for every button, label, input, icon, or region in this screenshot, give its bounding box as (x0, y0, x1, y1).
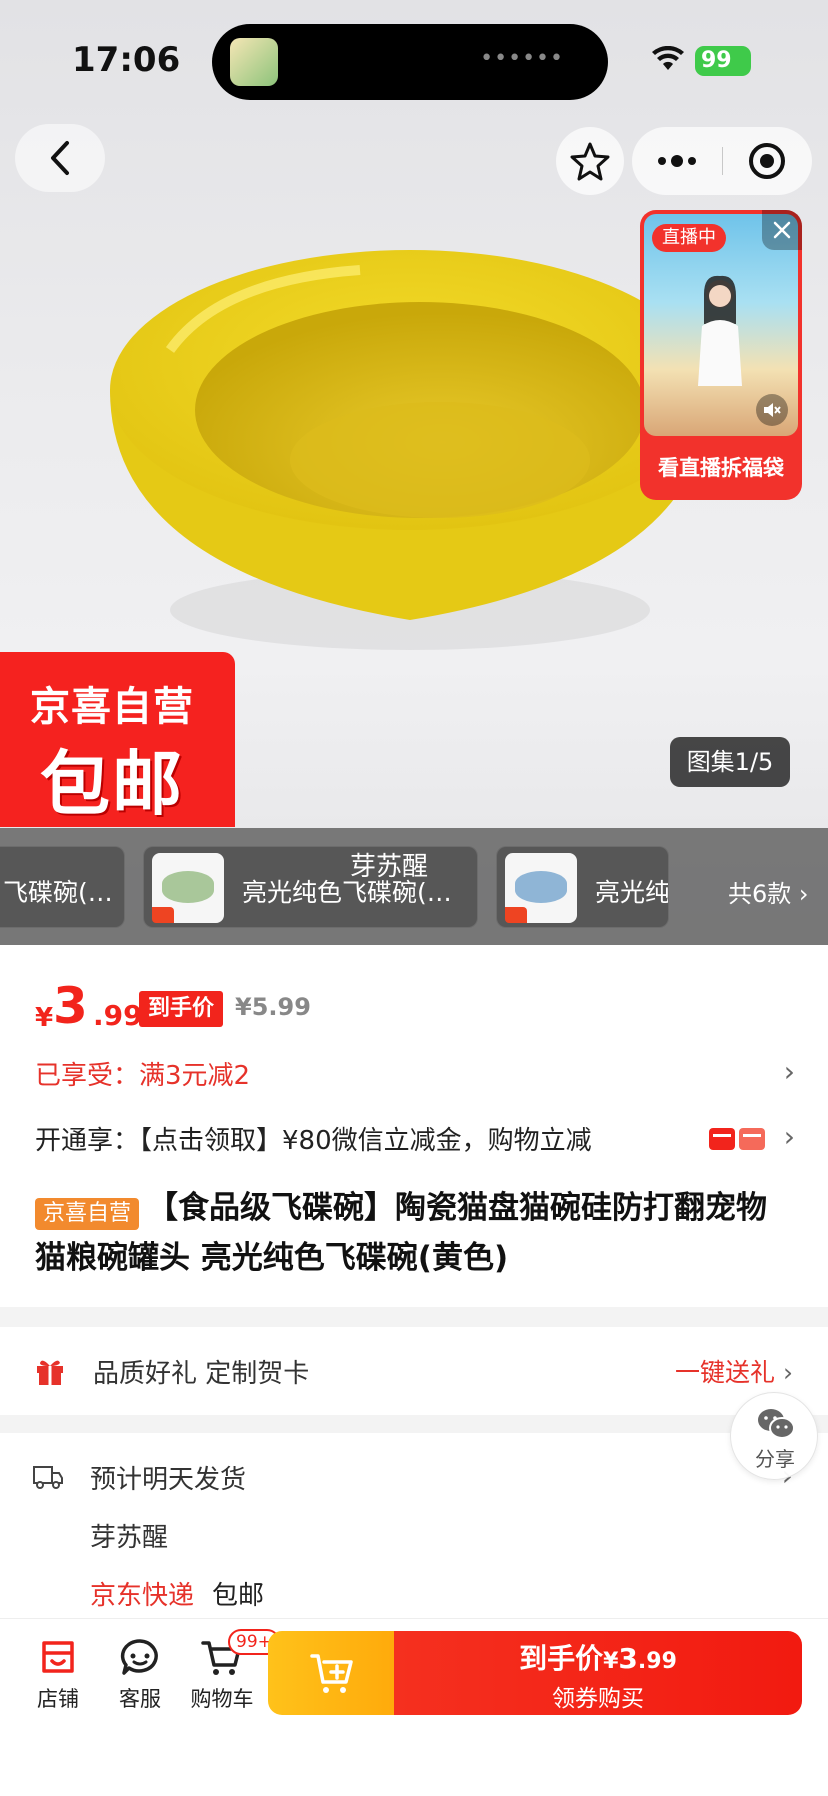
promo-badge-line1: 京喜自营 (30, 684, 194, 730)
product-title: 【食品级飞碟碗】陶瓷猫盘猫碗硅防打翻宠物猫粮碗罐头 亮光纯色飞碟碗(黄色) (35, 1190, 768, 1276)
store-label: 店铺 (37, 1687, 79, 1711)
price-currency: ¥ (35, 1003, 54, 1033)
mute-icon (764, 403, 781, 417)
truck-icon (33, 1466, 63, 1489)
product-info: ¥ 3 .99 到手价 ¥5.99 已享受：满3元减2 › 开通享：【点击领取】… (0, 945, 828, 1307)
buy-price-dec: .99 (637, 1649, 677, 1674)
chevron-left-icon (51, 141, 69, 175)
live-stream-window[interactable]: 直播中 看直播拆福袋 (640, 210, 802, 500)
variant-tag (152, 907, 174, 923)
live-badge: 直播中 (652, 224, 726, 252)
share-button[interactable]: 分享 (730, 1392, 818, 1480)
add-cart-icon (310, 1654, 353, 1693)
product-image-yellow-bowl (110, 250, 710, 650)
variant-label: 亮光纯 (595, 878, 669, 907)
store-name-overlay: 芽苏醒 (350, 852, 429, 882)
variant-bowl-green (162, 871, 214, 903)
gallery-counter[interactable]: 图集1/5 (670, 737, 790, 787)
ship-estimate: 预计明天发货 (90, 1465, 247, 1495)
store-icon (42, 1641, 74, 1673)
island-dots-icon: •••••• (480, 46, 564, 71)
miniprogram-capsule (632, 127, 812, 195)
wifi-icon (652, 46, 684, 70)
discount-text: 已享受：满3元减2 (35, 1061, 251, 1091)
discount-row[interactable]: 已享受：满3元减2 › (35, 1055, 795, 1099)
live-cta[interactable]: 看直播拆福袋 (640, 436, 802, 500)
more-menu-button[interactable] (632, 127, 722, 195)
gift-action-label: 一键送礼 (675, 1358, 776, 1387)
battery-level: 99 (701, 48, 732, 73)
variant-card[interactable]: 亮光纯 (496, 846, 669, 928)
variant-thumbnail (152, 853, 224, 923)
product-page: 17:06 •••••• 99 直播中 看直播拆福袋 京喜自营 包邮 图集1/5… (0, 0, 828, 1796)
battery-indicator: 99 (695, 46, 751, 76)
service-label: 客服 (119, 1687, 161, 1711)
carrier: 京东快递 (90, 1581, 195, 1611)
more-dots-icon (658, 155, 696, 167)
gift-text: 品质好礼 定制贺卡 (93, 1359, 310, 1389)
product-title-block: 京喜自营 【食品级飞碟碗】陶瓷猫盘猫碗硅防打翻宠物猫粮碗罐头 亮光纯色飞碟碗(黄色… (35, 1183, 795, 1283)
variant-strip: 飞碟碗(… 亮光纯色飞碟碗(… 亮光纯 芽苏醒 共6款 › (0, 828, 828, 945)
status-time: 17:06 (72, 40, 181, 80)
self-operated-badge: 京喜自营 (35, 1197, 140, 1230)
promo-badge-line2: 包邮 (40, 743, 184, 825)
share-label: 分享 (755, 1447, 795, 1471)
add-to-cart-button[interactable] (268, 1631, 396, 1715)
buy-label: 到手价 (519, 1642, 604, 1675)
island-app-icon (230, 38, 278, 86)
price-integer: 3 (53, 977, 88, 1035)
service-tab[interactable]: 客服 (100, 1637, 180, 1727)
benefit-row[interactable]: 开通享：【点击领取】¥80微信立减金，购物立减 › (35, 1120, 795, 1164)
variants-total-link[interactable]: 共6款 › (728, 874, 809, 909)
close-miniprogram-button[interactable] (722, 127, 812, 195)
star-icon (570, 142, 610, 181)
cart-label: 购物车 (190, 1687, 254, 1711)
buy-price-line: 到手价¥3.99 (394, 1637, 802, 1677)
price-row: ¥ 3 .99 到手价 ¥5.99 (35, 977, 795, 1039)
live-close-button[interactable] (762, 210, 802, 250)
gift-row[interactable]: 品质好礼 定制贺卡 一键送礼 › (0, 1327, 828, 1415)
chevron-right-icon: › (783, 1120, 795, 1153)
benefit-text: 开通享：【点击领取】¥80微信立减金，购物立减 (35, 1126, 592, 1156)
close-icon (773, 221, 791, 239)
buy-currency: ¥ (603, 1649, 619, 1674)
back-button[interactable] (15, 124, 105, 192)
variant-card[interactable]: 飞碟碗(… (0, 846, 125, 928)
hand-price-tag: 到手价 (139, 991, 224, 1027)
variant-label: 飞碟碗(… (3, 878, 113, 907)
streamer-figure (698, 275, 742, 386)
delivery-section[interactable]: 预计明天发货 › 芽苏醒 京东快递 包邮 (0, 1433, 828, 1618)
buy-price-int: 3 (618, 1642, 638, 1675)
cart-tab[interactable]: 99+ 购物车 (182, 1629, 280, 1727)
original-price: ¥5.99 (235, 993, 311, 1021)
gift-icon (37, 1360, 63, 1385)
promo-badge: 京喜自营 包邮 (0, 652, 235, 827)
coupon-cards-icon (709, 1128, 765, 1150)
bottom-action-bar: 店铺 客服 99+ 购物车 到手价¥3.99 领券购买 (0, 1618, 828, 1796)
wechat-icon (758, 1409, 795, 1439)
store-name: 芽苏醒 (90, 1523, 169, 1553)
variant-thumbnail (505, 853, 577, 923)
favorite-button[interactable] (556, 127, 624, 195)
buy-now-button[interactable]: 到手价¥3.99 领券购买 (394, 1631, 802, 1715)
gift-action-link[interactable]: 一键送礼 › (675, 1353, 793, 1389)
chevron-right-icon: › (783, 1055, 795, 1088)
price-decimal: .99 (93, 999, 143, 1032)
target-icon (749, 143, 785, 179)
shipping-fee: 包邮 (212, 1581, 265, 1611)
store-tab[interactable]: 店铺 (18, 1637, 98, 1727)
variant-tag (505, 907, 527, 923)
mute-button[interactable] (756, 394, 788, 426)
customer-service-icon (120, 1639, 158, 1675)
buy-subtext: 领券购买 (552, 1686, 644, 1712)
variant-bowl-blue (515, 871, 567, 903)
status-bar: 17:06 •••••• 99 (0, 0, 828, 110)
chevron-right-icon: › (783, 1358, 793, 1387)
product-image-carousel[interactable]: 17:06 •••••• 99 直播中 看直播拆福袋 京喜自营 包邮 图集1/5… (0, 0, 828, 945)
dynamic-island: •••••• (212, 24, 608, 100)
